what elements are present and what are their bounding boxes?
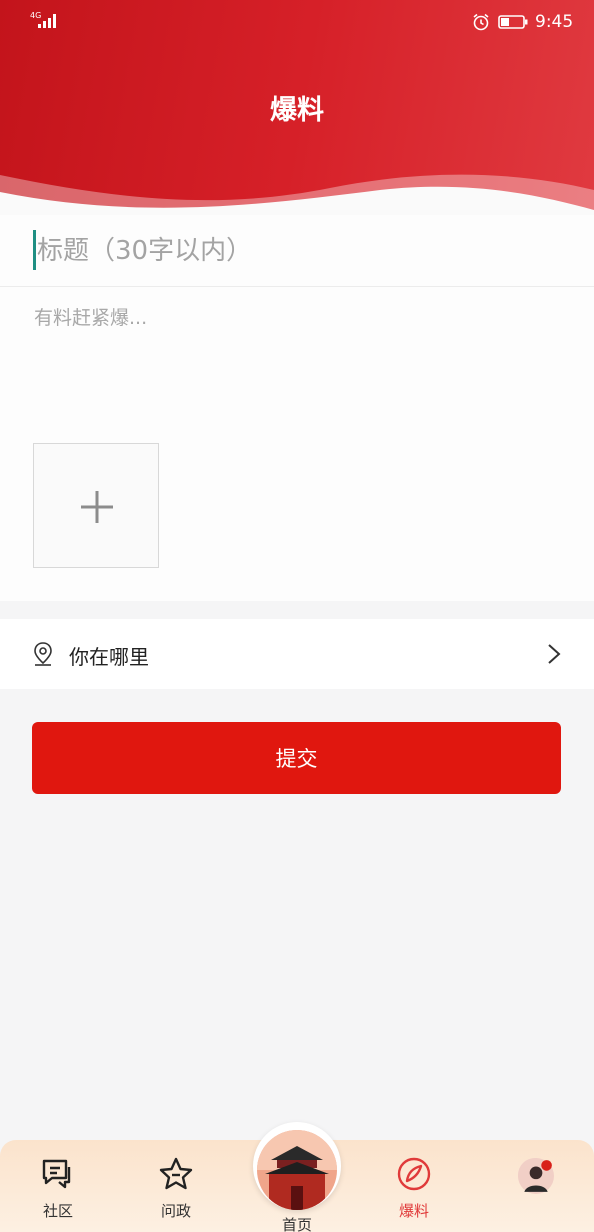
add-image-button[interactable] xyxy=(33,443,159,568)
content-input[interactable] xyxy=(34,303,564,423)
title-field[interactable] xyxy=(0,215,594,287)
battery-icon xyxy=(498,15,528,29)
header: 4G 9:45 爆料 xyxy=(0,0,594,215)
tab-label: 问政 xyxy=(160,1202,191,1220)
tab-home[interactable]: 首页 xyxy=(252,1122,342,1232)
page-title: 爆料 xyxy=(270,95,324,126)
signal-icon xyxy=(38,14,56,28)
star-icon xyxy=(159,1157,193,1190)
text-cursor xyxy=(33,230,36,270)
location-pin-icon xyxy=(34,642,52,666)
home-button[interactable] xyxy=(253,1122,341,1210)
status-bar: 4G 9:45 xyxy=(0,0,594,44)
location-row[interactable]: 你在哪里 xyxy=(0,619,594,689)
tipoff-icon xyxy=(397,1157,431,1191)
submit-button[interactable]: 提交 xyxy=(32,722,561,794)
tab-label: 社区 xyxy=(42,1202,73,1220)
title-input[interactable] xyxy=(37,225,557,277)
community-icon xyxy=(42,1159,71,1189)
chevron-right-icon xyxy=(548,644,561,664)
tipoff-form xyxy=(0,215,594,601)
header-wave xyxy=(0,174,594,215)
location-label: 你在哪里 xyxy=(69,645,149,669)
plus-icon xyxy=(81,491,113,523)
tab-community[interactable]: 社区 xyxy=(13,1152,103,1230)
clock: 9:45 xyxy=(535,12,574,32)
tab-inquiry[interactable]: 问政 xyxy=(131,1152,221,1230)
tab-label: 首页 xyxy=(281,1216,312,1232)
tab-label: 爆料 xyxy=(398,1202,429,1220)
tab-tipoff[interactable]: 爆料 xyxy=(369,1152,459,1230)
home-building-icon xyxy=(257,1130,337,1210)
tab-profile[interactable] xyxy=(490,1152,580,1230)
bottom-tab-bar: 社区 问政 首页 爆料 xyxy=(0,1122,594,1232)
alarm-icon xyxy=(473,13,489,31)
profile-avatar-icon xyxy=(518,1158,554,1194)
